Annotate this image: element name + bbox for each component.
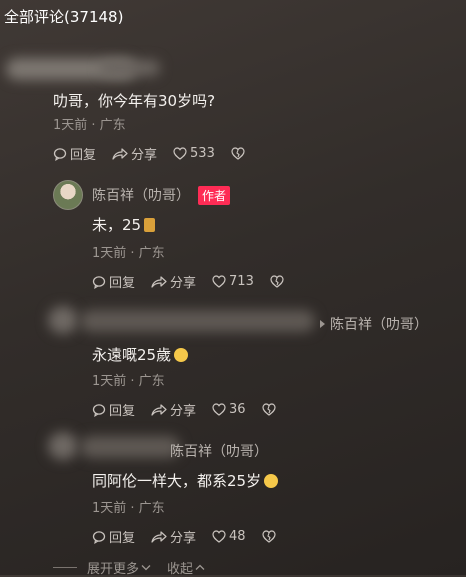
reply-meta: 1天前 · 广东: [92, 501, 165, 516]
share-button[interactable]: 分享: [151, 400, 196, 419]
like-button[interactable]: 36: [212, 402, 246, 417]
author-avatar[interactable]: [53, 180, 83, 210]
reply-text-row: 未，25: [92, 214, 156, 235]
reply-to-name[interactable]: 陈百祥（叻哥）: [170, 441, 268, 461]
blurred-username: [80, 310, 315, 332]
like-button[interactable]: 713: [212, 274, 254, 289]
dislike-button[interactable]: [231, 147, 248, 160]
comment-actions: 回复 分享 533: [53, 144, 264, 163]
like-button[interactable]: 48: [212, 529, 246, 544]
like-count: 48: [229, 529, 246, 544]
reply-to-label: 陈百祥（叻哥）: [170, 441, 268, 461]
broken-heart-icon: [261, 403, 276, 416]
broken-heart-icon: [261, 530, 276, 543]
reply-text: 永遠嘅25歲: [92, 346, 172, 364]
footer-divider: [53, 567, 77, 568]
reply-label: 回复: [109, 404, 136, 419]
expand-more-label: 展开更多: [87, 562, 140, 577]
heart-icon: [173, 147, 187, 160]
reply-label: 回复: [109, 531, 136, 546]
heart-icon: [212, 403, 226, 416]
share-button[interactable]: 分享: [112, 144, 157, 163]
reply-button[interactable]: 回复: [92, 527, 135, 546]
share-icon: [112, 147, 128, 160]
blurred-avatar: [48, 432, 78, 460]
blurred-avatar: [48, 306, 78, 334]
sticker-emoji-icon: [144, 218, 156, 232]
reply-actions: 回复 分享 48: [92, 527, 295, 546]
blurred-username: [80, 436, 180, 458]
chevron-up-icon: [195, 564, 205, 570]
like-count: 36: [229, 402, 246, 417]
broken-heart-icon: [231, 147, 245, 160]
reply-actions: 回复 分享 713: [92, 272, 303, 291]
reply-button[interactable]: 回复: [92, 400, 135, 419]
share-label: 分享: [131, 148, 158, 163]
share-icon: [151, 275, 167, 288]
share-label: 分享: [170, 404, 197, 419]
reply-text: 未，25: [92, 216, 142, 234]
like-button[interactable]: 533: [173, 146, 215, 161]
reply-text-row: 同阿伦一样大，都系25岁: [92, 470, 279, 491]
reply-author-row: 陈百祥（叻哥） 作者: [92, 185, 231, 205]
comment-meta: 1天前 · 广东: [53, 118, 126, 133]
dislike-button[interactable]: [270, 275, 287, 288]
comments-header-title: 全部评论(37148): [4, 8, 124, 26]
reply-meta: 1天前 · 广东: [92, 246, 165, 261]
comment-text: 叻哥，你今年有30岁吗?: [53, 92, 216, 110]
collapse-label: 收起: [167, 562, 194, 577]
collapse-button[interactable]: 收起: [167, 558, 205, 577]
reply-to-name[interactable]: 陈百祥（叻哥）: [330, 314, 428, 334]
reply-text: 同阿伦一样大，都系25岁: [92, 472, 262, 490]
dislike-button[interactable]: [261, 530, 279, 543]
share-icon: [151, 403, 167, 416]
reply-label: 回复: [70, 148, 97, 163]
smiling-emoji-icon: [264, 474, 279, 488]
share-label: 分享: [170, 531, 197, 546]
reply-text-row: 永遠嘅25歲: [92, 344, 189, 365]
chevron-down-icon: [141, 565, 151, 571]
share-icon: [151, 530, 167, 543]
reply-button[interactable]: 回复: [92, 272, 135, 291]
reply-author-name[interactable]: 陈百祥（叻哥）: [92, 185, 190, 205]
expand-more-button[interactable]: 展开更多: [87, 558, 151, 577]
reply-actions: 回复 分享 36: [92, 400, 295, 419]
dislike-button[interactable]: [261, 403, 279, 416]
grinning-emoji-icon: [174, 348, 189, 362]
like-count: 533: [190, 146, 215, 161]
reply-icon: [92, 403, 106, 417]
reply-to-label: 陈百祥（叻哥）: [320, 314, 428, 334]
reply-icon: [92, 530, 106, 544]
reply-meta: 1天前 · 广东: [92, 374, 165, 389]
heart-icon: [212, 530, 226, 543]
reply-label: 回复: [109, 276, 136, 291]
blurred-username: [100, 60, 160, 76]
reply-arrow-icon: [320, 320, 325, 328]
share-button[interactable]: 分享: [151, 272, 196, 291]
like-count: 713: [229, 274, 254, 289]
reply-icon: [92, 275, 106, 289]
reply-button[interactable]: 回复: [53, 144, 96, 163]
share-button[interactable]: 分享: [151, 527, 196, 546]
heart-icon: [212, 275, 226, 288]
share-label: 分享: [170, 276, 197, 291]
reply-icon: [53, 147, 67, 161]
replies-footer: 展开更多 收起: [53, 558, 205, 577]
author-badge: 作者: [198, 185, 231, 205]
broken-heart-icon: [270, 275, 284, 288]
